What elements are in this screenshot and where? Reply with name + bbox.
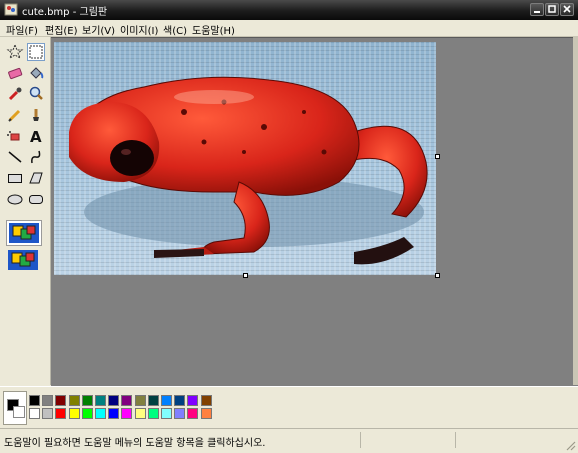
- palette-swatch[interactable]: [108, 395, 120, 406]
- brush-icon: [33, 109, 39, 121]
- tool-magnifier[interactable]: [27, 85, 45, 103]
- menu-colors[interactable]: 색(C): [163, 22, 187, 37]
- palette-swatch[interactable]: [121, 408, 133, 419]
- rectangle-icon: [8, 174, 22, 183]
- color-palette: [0, 386, 578, 429]
- palette-swatch[interactable]: [200, 395, 212, 406]
- vertical-scrollbar[interactable]: [573, 37, 578, 385]
- frog-image: [69, 76, 428, 265]
- color-picker-icon: [8, 87, 22, 101]
- menu-bar: 파일(F) 편집(E) 보기(V) 이미지(I) 색(C) 도움말(H): [0, 20, 578, 37]
- tool-line[interactable]: [6, 148, 24, 166]
- tool-brush[interactable]: [27, 106, 45, 124]
- palette-swatch[interactable]: [55, 395, 67, 406]
- menu-help[interactable]: 도움말(H): [192, 22, 235, 37]
- palette-swatch[interactable]: [147, 395, 159, 406]
- palette-swatch[interactable]: [161, 408, 172, 419]
- minimize-icon: [534, 11, 540, 13]
- palette-swatch[interactable]: [55, 408, 67, 419]
- palette-swatch[interactable]: [147, 408, 159, 419]
- palette-swatch[interactable]: [174, 395, 186, 406]
- palette-swatch[interactable]: [187, 395, 199, 406]
- palette-swatch[interactable]: [29, 395, 40, 406]
- palette-swatch[interactable]: [42, 408, 54, 419]
- palette-swatch[interactable]: [95, 408, 106, 419]
- tool-curve[interactable]: [27, 148, 45, 166]
- resize-handle-right[interactable]: [435, 154, 440, 159]
- tool-rounded-rect[interactable]: [27, 190, 45, 208]
- close-icon: [563, 5, 571, 13]
- status-panel-size: [455, 432, 457, 448]
- palette-swatch[interactable]: [161, 395, 172, 406]
- status-help-text: 도움말이 필요하면 도움말 메뉴의 도움말 항목을 클릭하십시오.: [4, 438, 266, 449]
- resize-handle-corner[interactable]: [435, 273, 440, 278]
- menu-image[interactable]: 이미지(I): [120, 22, 158, 37]
- current-colors[interactable]: [3, 391, 27, 425]
- palette-swatch[interactable]: [174, 408, 186, 419]
- magnifier-icon: [29, 86, 43, 100]
- minimize-button[interactable]: [530, 3, 544, 16]
- eraser-icon: [8, 67, 23, 80]
- polygon-icon: [29, 172, 43, 184]
- tool-color-picker[interactable]: [6, 85, 24, 103]
- tool-free-select[interactable]: [6, 43, 24, 61]
- toolbox: A: [0, 37, 51, 385]
- window-title: cute.bmp - 그림판: [22, 7, 108, 18]
- maximize-icon: [548, 5, 556, 13]
- text-icon: A: [30, 128, 42, 146]
- tool-ellipse[interactable]: [6, 190, 24, 208]
- tool-polygon[interactable]: [27, 169, 45, 187]
- line-icon: [8, 151, 22, 163]
- palette-swatch[interactable]: [95, 395, 106, 406]
- rect-select-icon: [29, 45, 43, 59]
- tool-option-1[interactable]: [6, 220, 42, 246]
- fill-bucket-icon: [30, 67, 44, 79]
- palette-swatch[interactable]: [134, 395, 146, 406]
- tool-eraser[interactable]: [6, 64, 24, 82]
- tool-text[interactable]: A: [27, 127, 45, 146]
- paint-app-icon: [4, 3, 18, 16]
- opaque-select-option-icon: [8, 250, 38, 270]
- palette-swatch[interactable]: [134, 408, 146, 419]
- menu-edit[interactable]: 편집(E): [45, 22, 78, 37]
- svg-text:A: A: [30, 128, 42, 145]
- palette-swatch[interactable]: [42, 395, 54, 406]
- palette-swatch[interactable]: [68, 395, 80, 406]
- title-bar: cute.bmp - 그림판: [0, 0, 578, 20]
- tool-rectangle[interactable]: [6, 169, 24, 187]
- canvas-image[interactable]: [54, 42, 436, 275]
- palette-swatch[interactable]: [81, 395, 93, 406]
- rounded-rect-icon: [29, 195, 43, 204]
- pencil-icon: [8, 109, 21, 122]
- menu-view[interactable]: 보기(V): [82, 22, 115, 37]
- transparent-select-option-icon: [9, 223, 39, 243]
- curve-icon: [31, 150, 41, 164]
- tool-fill[interactable]: [27, 64, 45, 82]
- palette-swatch[interactable]: [29, 408, 40, 419]
- resize-grip-icon[interactable]: [564, 439, 576, 451]
- palette-swatch[interactable]: [121, 395, 133, 406]
- free-select-icon: [6, 43, 24, 60]
- maximize-button[interactable]: [545, 3, 559, 16]
- tool-option-2[interactable]: [6, 248, 40, 272]
- palette-swatch[interactable]: [200, 408, 212, 419]
- palette-swatch[interactable]: [187, 408, 199, 419]
- tool-pencil[interactable]: [6, 106, 24, 124]
- airbrush-icon: [7, 131, 20, 141]
- resize-handle-bottom[interactable]: [243, 273, 248, 278]
- palette-swatch[interactable]: [81, 408, 93, 419]
- status-panel-coords: [360, 432, 362, 448]
- background-color: [13, 406, 25, 418]
- close-button[interactable]: [560, 3, 574, 16]
- tool-rect-select[interactable]: [27, 43, 45, 61]
- ellipse-icon: [7, 194, 23, 205]
- palette-swatch[interactable]: [68, 408, 80, 419]
- menu-file[interactable]: 파일(F): [6, 22, 38, 37]
- status-bar: 도움말이 필요하면 도움말 메뉴의 도움말 항목을 클릭하십시오.: [0, 428, 578, 453]
- palette-swatch[interactable]: [108, 408, 120, 419]
- tool-airbrush[interactable]: [6, 127, 24, 145]
